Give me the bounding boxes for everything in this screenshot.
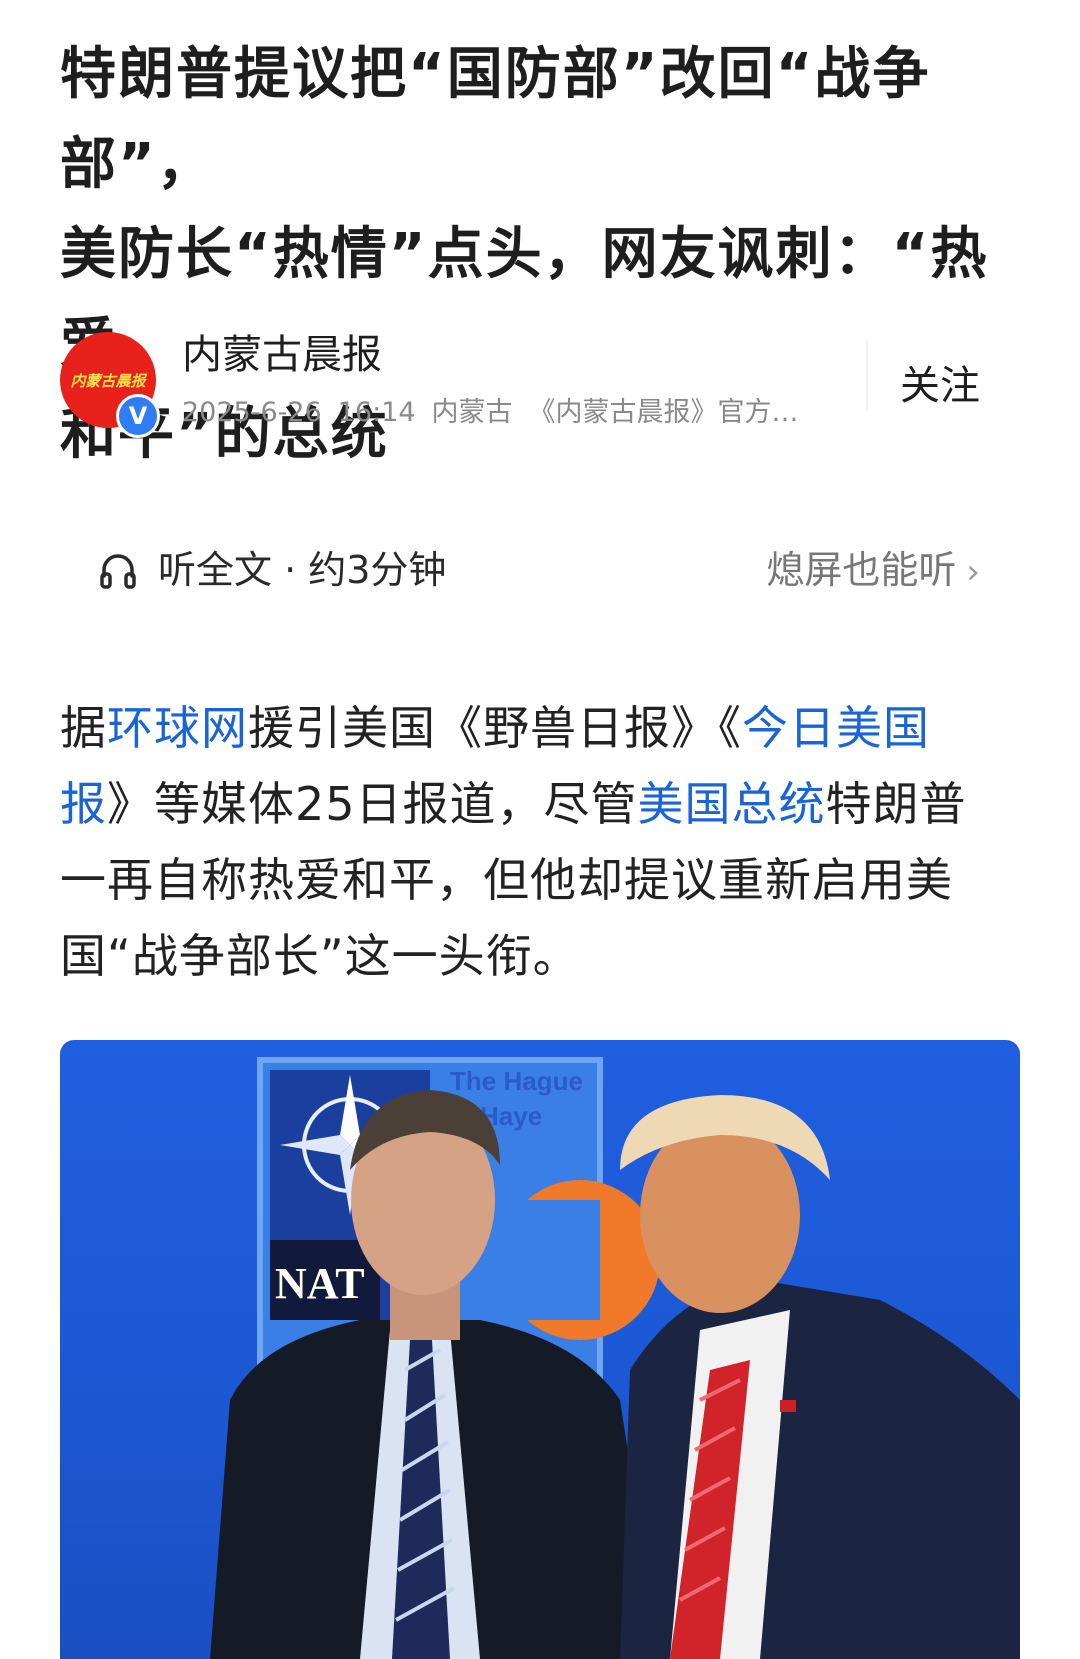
chevron-right-icon: › xyxy=(966,552,980,592)
headphone-icon xyxy=(100,554,136,589)
photo-illustration: The Hague Haye NAT xyxy=(210,1057,1020,1659)
listen-full-text-label[interactable]: 听全文 · 约3分钟 xyxy=(158,542,446,598)
author-description: 《内蒙古晨报》官方… xyxy=(528,397,799,428)
divider xyxy=(866,340,868,410)
link-huanqiu[interactable]: 环球网 xyxy=(107,701,248,755)
publish-time: 16:14 xyxy=(337,397,416,428)
title-line-1: 特朗普提议把“国防部”改回“战争部”， xyxy=(60,42,931,197)
body-text: 据 xyxy=(60,701,107,755)
author-meta: 2025-6-26 16:14 内蒙古 《内蒙古晨报》官方… xyxy=(182,393,827,433)
sign-text-1: The Hague xyxy=(450,1066,583,1096)
verified-badge-icon: V xyxy=(116,394,160,438)
article-photo[interactable]: The Hague Haye NAT xyxy=(60,1040,1020,1659)
body-text: 》等媒体25日报道，尽管 xyxy=(107,777,638,831)
verified-mark: V xyxy=(128,402,148,430)
author-name[interactable]: 内蒙古晨报 xyxy=(182,330,382,380)
screen-off-listen-link[interactable]: 熄屏也能听 › xyxy=(766,542,980,600)
article-body: 据环球网援引美国《野兽日报》《今日美国报》等媒体25日报道，尽管美国总统特朗普一… xyxy=(60,690,1000,994)
body-text: 援引美国《野兽日报》《 xyxy=(248,701,742,755)
publish-location: 内蒙古 xyxy=(431,397,513,428)
screen-off-label: 熄屏也能听 xyxy=(766,548,957,592)
link-us-president[interactable]: 美国总统 xyxy=(638,777,826,831)
avatar-logo-text: 内蒙古晨报 xyxy=(70,371,146,390)
sign-text-3: NAT xyxy=(275,1259,365,1308)
flag-pin-icon xyxy=(780,1400,796,1412)
listen-bar[interactable]: 听全文 · 约3分钟 熄屏也能听 › xyxy=(60,520,1020,620)
publish-date: 2025-6-26 xyxy=(182,397,322,428)
follow-button[interactable]: 关注 xyxy=(900,358,980,414)
